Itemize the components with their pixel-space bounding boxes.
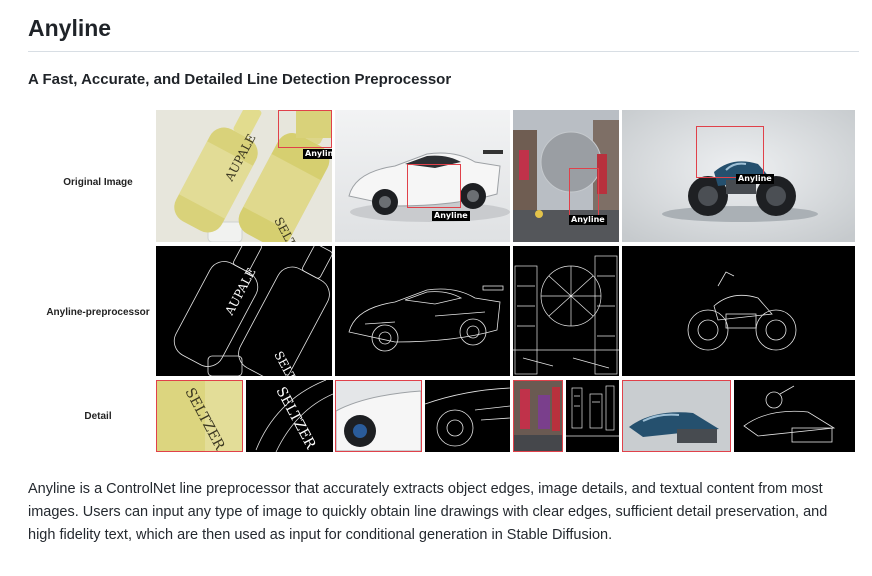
row-label-original: Original Image xyxy=(63,177,133,188)
lineart-city-image xyxy=(513,246,619,376)
detail-motorcycle-lineart xyxy=(734,380,855,452)
anyline-tag: Anyline xyxy=(303,149,332,159)
anyline-tag: Anyline xyxy=(736,174,774,184)
detail-city-lineart xyxy=(566,380,619,452)
anyline-tag: Anyline xyxy=(432,211,470,221)
detail-city-original xyxy=(513,380,563,452)
detail-bottle-lineart: SELTZER xyxy=(246,380,333,452)
detail-bottle-original: SELTZER xyxy=(156,380,243,452)
detail-car-lineart xyxy=(425,380,510,452)
lineart-motorcycle-image xyxy=(622,246,855,376)
row-label-preprocessor: Anyline-preprocessor xyxy=(46,307,150,318)
lineart-car-image xyxy=(335,246,510,376)
original-city-image: Anyline xyxy=(513,110,619,242)
anyline-box xyxy=(278,110,332,148)
row-label-detail: Detail xyxy=(84,411,112,422)
description-paragraph: Anyline is a ControlNet line preprocesso… xyxy=(28,481,828,543)
original-bottles-image: AUPALE SELTZER Anyline xyxy=(156,110,332,242)
original-car-image: Anyline xyxy=(335,110,510,242)
anyline-box xyxy=(407,164,461,208)
title-divider xyxy=(28,51,859,52)
detail-car-original xyxy=(335,380,422,452)
lineart-bottles-image: AUPALE SELTZER xyxy=(156,246,332,376)
anyline-box xyxy=(569,168,599,218)
original-motorcycle-image: Anyline xyxy=(622,110,855,242)
detail-motorcycle-original xyxy=(622,380,731,452)
anyline-box xyxy=(696,126,764,178)
section-subtitle: A Fast, Accurate, and Detailed Line Dete… xyxy=(28,71,452,88)
anyline-tag: Anyline xyxy=(569,215,607,225)
page-title: Anyline xyxy=(28,15,112,41)
